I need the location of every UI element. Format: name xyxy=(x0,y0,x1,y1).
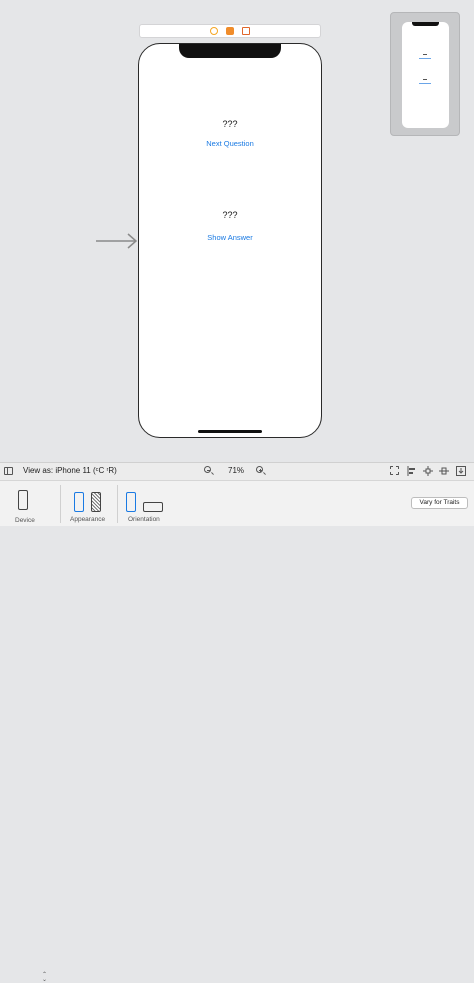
divider xyxy=(60,485,61,523)
traits-bar: ⌃ ⌄ Device Appearance Orientation xyxy=(0,480,474,983)
light-appearance-icon[interactable] xyxy=(74,492,84,512)
iphone-scene[interactable]: ??? Next Question ??? Show Answer xyxy=(138,43,322,438)
align-icon[interactable] xyxy=(407,466,417,476)
device-label: Device xyxy=(15,517,35,524)
update-frames-icon[interactable] xyxy=(390,466,399,475)
device-stepper-icon[interactable]: ⌃ ⌄ xyxy=(42,972,47,983)
minimap-button-mark xyxy=(419,58,431,59)
canvas-toolbar: View as: iPhone 11 (ᶜC ʳR) 71% xyxy=(0,462,474,480)
home-indicator xyxy=(198,430,262,433)
divider xyxy=(117,485,118,523)
scene-dock[interactable] xyxy=(139,24,321,38)
question-label[interactable]: ??? xyxy=(139,119,321,129)
vary-for-traits-button[interactable]: Vary for Traits xyxy=(411,497,468,509)
minimap-scene xyxy=(402,22,449,128)
next-question-button[interactable]: Next Question xyxy=(139,139,321,148)
zoom-in-icon[interactable] xyxy=(256,466,263,473)
device-phone-icon[interactable] xyxy=(18,490,28,510)
landscape-orientation-icon[interactable] xyxy=(143,502,163,512)
add-constraints-icon[interactable] xyxy=(423,466,433,476)
show-answer-button[interactable]: Show Answer xyxy=(139,233,321,242)
minimap-button-mark xyxy=(419,83,431,84)
dark-appearance-icon[interactable] xyxy=(91,492,101,512)
first-responder-icon[interactable] xyxy=(226,27,234,35)
view-as-device[interactable]: View as: iPhone 11 (ᶜC ʳR) xyxy=(23,466,117,475)
resolve-issues-icon[interactable] xyxy=(439,466,449,476)
exit-icon[interactable] xyxy=(242,27,250,35)
answer-label[interactable]: ??? xyxy=(139,210,321,220)
minimap-label-mark xyxy=(423,79,427,80)
minimap-label-mark xyxy=(423,54,427,55)
document-outline-toggle-icon[interactable] xyxy=(4,467,13,475)
storyboard-canvas[interactable]: ??? Next Question ??? Show Answer xyxy=(0,0,474,462)
phone-notch xyxy=(179,44,281,58)
portrait-orientation-icon[interactable] xyxy=(126,492,136,512)
appearance-label: Appearance xyxy=(70,516,106,523)
zoom-out-icon[interactable] xyxy=(204,466,211,473)
orientation-label: Orientation xyxy=(128,516,160,523)
embed-in-icon[interactable] xyxy=(456,466,466,476)
view-controller-icon[interactable] xyxy=(210,27,218,35)
minimap[interactable] xyxy=(390,12,460,136)
initial-vc-arrow-icon[interactable] xyxy=(96,233,140,249)
minimap-notch xyxy=(412,22,439,26)
zoom-level[interactable]: 71% xyxy=(228,466,244,475)
